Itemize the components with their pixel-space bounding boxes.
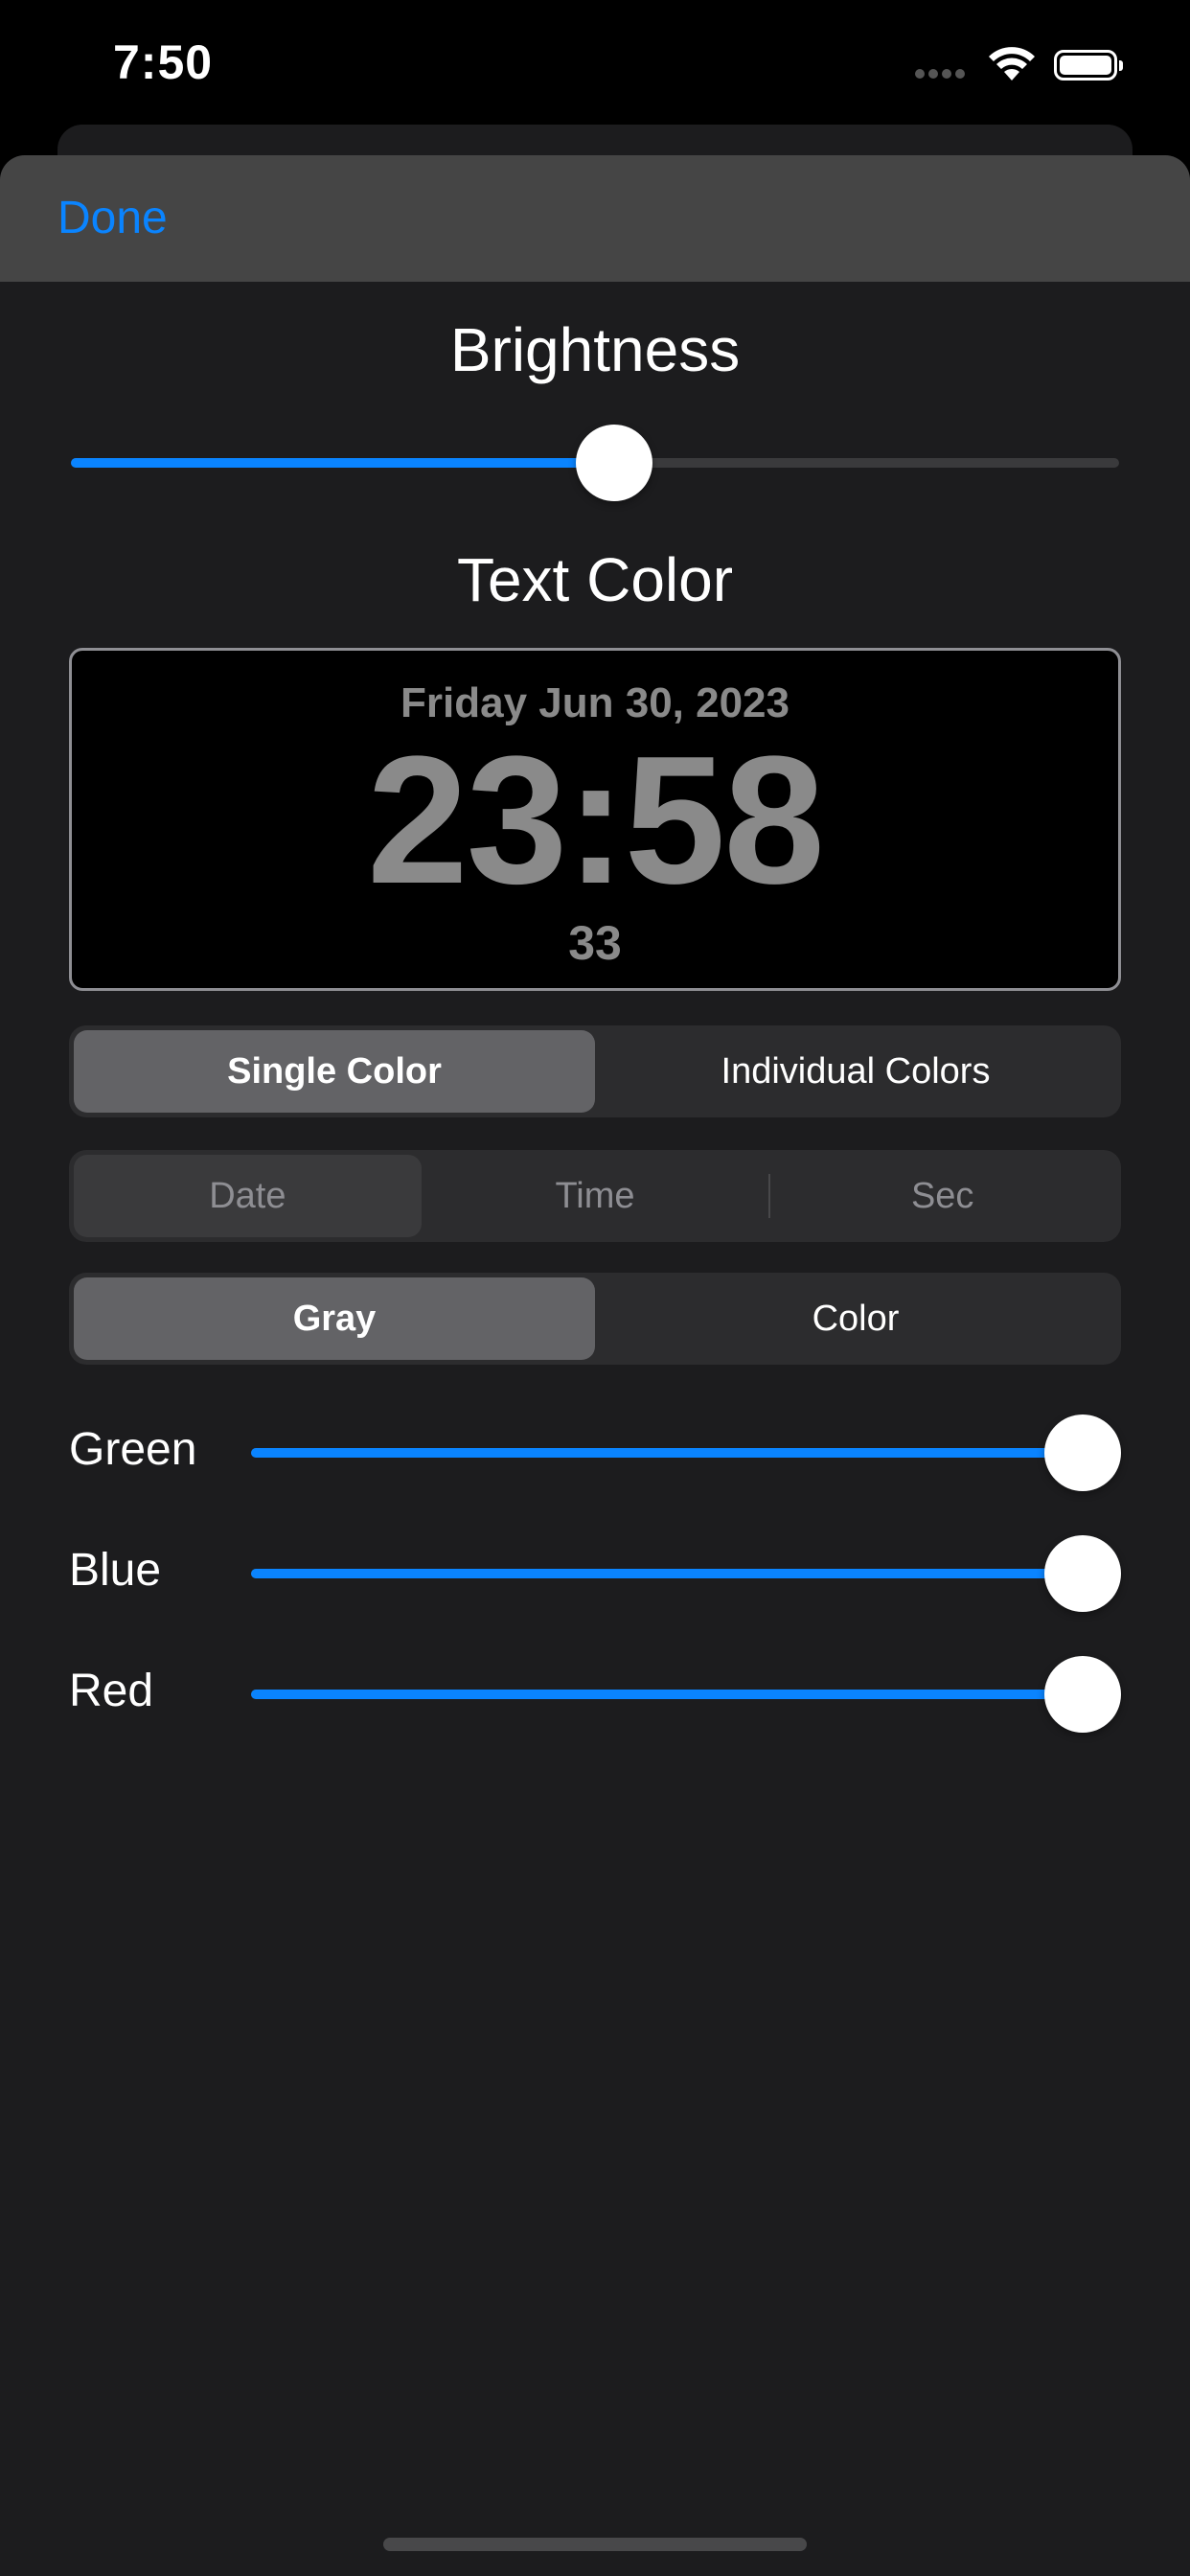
brightness-fill	[71, 458, 615, 468]
nav-bar: Done	[0, 155, 1190, 282]
green-slider[interactable]	[251, 1408, 1121, 1494]
blue-fill	[251, 1569, 1083, 1578]
blue-row: Blue	[69, 1529, 1121, 1615]
time-segment[interactable]: Time	[422, 1155, 769, 1237]
red-row: Red	[69, 1649, 1121, 1736]
segment-divider	[768, 1174, 771, 1218]
green-label: Green	[69, 1424, 197, 1475]
signal-icon	[915, 67, 973, 80]
blue-thumb[interactable]	[1044, 1535, 1121, 1612]
brightness-title: Brightness	[449, 315, 741, 384]
red-fill	[251, 1690, 1083, 1699]
clock-preview: Friday Jun 30, 2023 23:58 33	[69, 648, 1121, 991]
done-button[interactable]: Done	[57, 192, 168, 244]
brightness-thumb[interactable]	[576, 425, 653, 501]
individual-colors-segment[interactable]: Individual Colors	[595, 1030, 1116, 1113]
blue-slider[interactable]	[251, 1529, 1121, 1615]
single-color-segment[interactable]: Single Color	[74, 1030, 595, 1113]
date-segment[interactable]: Date	[74, 1155, 422, 1237]
preview-seconds: 33	[568, 916, 622, 970]
green-thumb[interactable]	[1044, 1414, 1121, 1491]
brightness-slider[interactable]	[71, 418, 1119, 504]
battery-icon	[1054, 50, 1123, 80]
sec-segment[interactable]: Sec	[768, 1155, 1116, 1237]
gray-segment[interactable]: Gray	[74, 1277, 595, 1360]
red-thumb[interactable]	[1044, 1656, 1121, 1733]
home-indicator	[383, 2538, 807, 2551]
text-color-title: Text Color	[456, 545, 734, 614]
green-fill	[251, 1448, 1083, 1458]
red-slider[interactable]	[251, 1649, 1121, 1736]
color-segment[interactable]: Color	[595, 1277, 1116, 1360]
green-row: Green	[69, 1408, 1121, 1494]
settings-sheet: Done Brightness Text Color Friday Jun 30…	[0, 155, 1190, 2576]
wifi-icon	[987, 44, 1037, 82]
component-control: Date Time Sec	[69, 1150, 1121, 1242]
status-bar: 7:50	[0, 0, 1190, 134]
palette-control: Gray Color	[69, 1273, 1121, 1365]
status-time: 7:50	[113, 35, 214, 89]
red-label: Red	[69, 1666, 154, 1716]
sec-segment-label: Sec	[910, 1175, 974, 1216]
blue-label: Blue	[69, 1545, 162, 1596]
color-mode-control: Single Color Individual Colors	[69, 1025, 1121, 1117]
preview-time: 23:58	[367, 719, 825, 922]
